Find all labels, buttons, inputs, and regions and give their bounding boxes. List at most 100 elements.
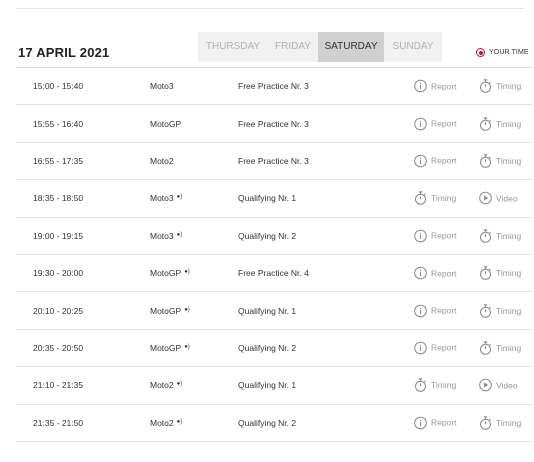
category-label: Moto2 (150, 155, 174, 166)
stopwatch-icon (479, 341, 496, 355)
timing-button[interactable]: Timing (479, 154, 521, 168)
tab-thursday[interactable]: THURSDAY (198, 32, 268, 62)
stopwatch-icon (479, 266, 496, 280)
session-row: 21:35 - 21:50 Moto2 ●) Qualifying Nr. 2 … (16, 405, 532, 442)
report-button[interactable]: Report (414, 154, 457, 168)
session-category: Moto3 (150, 81, 174, 91)
category-label: MotoGP (150, 305, 182, 316)
timing-label: Timing (496, 342, 522, 353)
report-button[interactable]: Report (414, 416, 457, 430)
session-name: Qualifying Nr. 1 (238, 305, 297, 316)
report-label: Report (431, 155, 457, 166)
session-time: 15:55 - 16:40 (33, 118, 84, 129)
stopwatch-icon (414, 191, 431, 206)
tab-saturday[interactable]: SATURDAY (318, 32, 384, 62)
report-button[interactable]: Report (414, 304, 457, 317)
timing-label: Timing (496, 81, 522, 92)
live-indicator-icon: ●) (184, 269, 190, 276)
day-tabs: THURSDAY FRIDAY SATURDAY SUNDAY (198, 32, 442, 62)
report-button[interactable]: Report (414, 229, 457, 243)
timing-button[interactable]: Timing (479, 266, 521, 280)
timing-label: Timing (496, 230, 522, 241)
report-label: Report (431, 81, 457, 92)
session-list: 15:00 - 15:40 Moto3 Free Practice Nr. 3 … (16, 68, 532, 442)
timing-label: Timing (431, 380, 457, 391)
category-label: Moto2 (150, 380, 174, 391)
timing-button[interactable]: Timing (414, 378, 457, 393)
schedule-header: 17 APRIL 2021 THURSDAY FRIDAY SATURDAY S… (0, 0, 534, 68)
category-label: MotoGP (150, 268, 182, 279)
session-category: MotoGP ●) (150, 268, 190, 278)
timing-button[interactable]: Timing (479, 79, 521, 93)
session-category: Moto2 ●) (150, 418, 182, 428)
tab-sunday[interactable]: SUNDAY (384, 32, 442, 62)
category-label: MotoGP (150, 342, 182, 353)
live-indicator-icon: ●) (176, 418, 183, 425)
schedule-date: 17 APRIL 2021 (18, 45, 110, 60)
session-time: 18:35 - 18:50 (33, 193, 84, 204)
session-row: 15:00 - 15:40 Moto3 Free Practice Nr. 3 … (16, 68, 532, 106)
video-label: Video (496, 380, 518, 391)
report-label: Report (431, 417, 457, 428)
timing-button[interactable]: Timing (479, 116, 522, 131)
info-icon (414, 266, 431, 280)
session-row: 19:00 - 19:15 Moto3 ●) Qualifying Nr. 2 … (16, 218, 532, 255)
session-name: Free Practice Nr. 4 (238, 268, 309, 279)
timing-button[interactable]: Timing (479, 341, 521, 355)
video-button[interactable]: Video (479, 379, 518, 392)
info-icon (414, 79, 431, 93)
timing-button[interactable]: Timing (479, 416, 521, 430)
tab-friday[interactable]: FRIDAY (268, 32, 318, 62)
session-category: MotoGP ●) (150, 343, 190, 353)
report-label: Report (431, 230, 457, 241)
stopwatch-icon (479, 79, 496, 93)
stopwatch-icon (479, 154, 496, 168)
session-category: Moto2 (150, 156, 174, 166)
session-time: 21:10 - 21:35 (33, 380, 84, 391)
session-category: Moto3 ●) (150, 231, 182, 241)
timing-label: Timing (496, 417, 522, 428)
play-icon (479, 192, 496, 205)
category-label: Moto2 (150, 417, 174, 428)
info-icon (414, 229, 431, 243)
report-button[interactable]: Report (414, 79, 457, 93)
video-button[interactable]: Video (479, 192, 518, 205)
timing-label: Timing (496, 118, 522, 129)
info-icon (414, 341, 431, 355)
category-label: Moto3 (150, 193, 174, 204)
your-time-toggle[interactable]: YOUR TIME (476, 48, 529, 57)
stopwatch-icon (479, 303, 496, 318)
report-button[interactable]: Report (414, 117, 457, 130)
session-row: 20:35 - 20:50 MotoGP ●) Qualifying Nr. 2… (16, 330, 532, 368)
info-icon (414, 304, 431, 317)
session-name: Qualifying Nr. 1 (238, 380, 297, 391)
report-label: Report (431, 118, 457, 129)
live-indicator-icon: ●) (176, 381, 183, 388)
session-name: Free Practice Nr. 3 (238, 81, 309, 92)
stopwatch-icon (479, 229, 496, 243)
session-row: 19:30 - 20:00 MotoGP ●) Free Practice Nr… (16, 255, 532, 293)
session-name: Qualifying Nr. 2 (238, 342, 297, 353)
session-row: 15:55 - 16:40 MotoGP Free Practice Nr. 3… (16, 105, 532, 143)
session-time: 20:35 - 20:50 (33, 342, 84, 353)
info-icon (414, 154, 431, 168)
session-name: Free Practice Nr. 3 (238, 155, 309, 166)
timing-button[interactable]: Timing (414, 191, 456, 206)
report-button[interactable]: Report (414, 266, 457, 280)
category-label: Moto3 (150, 230, 174, 241)
timing-button[interactable]: Timing (479, 303, 522, 318)
report-label: Report (431, 268, 457, 279)
radio-selected-icon[interactable] (476, 48, 485, 57)
live-indicator-icon: ●) (184, 306, 190, 313)
live-indicator-icon: ●) (176, 231, 183, 238)
session-category: MotoGP ●) (150, 306, 190, 316)
session-category: MotoGP (150, 119, 181, 129)
stopwatch-icon (479, 116, 496, 131)
timing-label: Timing (496, 305, 522, 316)
timing-button[interactable]: Timing (479, 229, 521, 243)
report-button[interactable]: Report (414, 341, 457, 355)
session-row: 16:55 - 17:35 Moto2 Free Practice Nr. 3 … (16, 143, 532, 181)
timing-label: Timing (496, 155, 522, 166)
session-row: 18:35 - 18:50 Moto3 ●) Qualifying Nr. 1 … (16, 180, 532, 218)
session-time: 20:10 - 20:25 (33, 305, 84, 316)
